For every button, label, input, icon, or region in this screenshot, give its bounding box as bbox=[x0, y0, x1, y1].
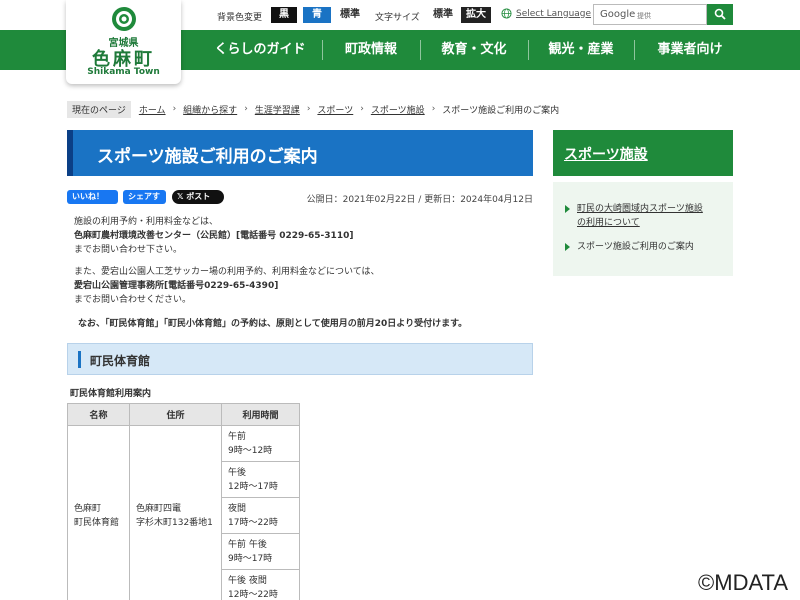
facebook-share-button[interactable]: シェアする bbox=[123, 190, 166, 215]
logo-english-name: Shikama Town bbox=[87, 67, 160, 77]
breadcrumb-org[interactable]: 組織から探す bbox=[183, 103, 237, 116]
sidebar-item-line2: の利用について bbox=[577, 218, 640, 228]
nav-item-town-info[interactable]: 町政情報 bbox=[323, 30, 419, 70]
table-caption: 町民体育館利用案内 bbox=[70, 389, 152, 399]
time-range: 9時～12時 bbox=[228, 445, 273, 456]
watermark: ©MDATA bbox=[698, 570, 788, 595]
p1-line1: 施設の利用予約・利用料金などは、 bbox=[74, 217, 219, 227]
time-range: 17時～22時 bbox=[228, 517, 278, 528]
bg-color-label: 背景色変更 bbox=[217, 13, 263, 23]
like-label: いいね！ bbox=[72, 192, 104, 201]
town-emblem-icon bbox=[112, 7, 136, 31]
header-hours: 利用時間 bbox=[221, 403, 300, 426]
header-address: 住所 bbox=[129, 403, 222, 426]
time-range: 12時～22時 bbox=[228, 589, 278, 600]
font-large-button[interactable]: 拡大 bbox=[461, 7, 491, 23]
time-label: 午後 bbox=[228, 467, 247, 478]
page-title: スポーツ施設ご利用のご案内 bbox=[97, 147, 318, 167]
social-buttons: いいね！ シェアする 𝕏 ポスト bbox=[67, 190, 224, 215]
facility-name-line1: 色麻町 bbox=[74, 503, 102, 514]
sidebar-item-regional-facilities[interactable]: 町民の大崎圏域内スポーツ施設 の利用について bbox=[565, 202, 703, 230]
paragraph-2: また、愛宕山公園人工芝サッカー場の利用予約、利用料金などについては、 愛宕山公園… bbox=[74, 265, 380, 307]
facility-address-line1: 色麻町四竃 bbox=[136, 503, 182, 514]
reservation-note: なお、「町民体育館」「町民小体育館」の予約は、原則として使用月の前月20日より受… bbox=[78, 319, 468, 329]
sidebar-item-line1: 町民の大崎圏域内スポーツ施設 bbox=[577, 204, 703, 214]
time-label: 夜間 bbox=[228, 503, 247, 514]
chevron-right-icon: › bbox=[306, 104, 311, 114]
facility-name-line2: 町民体育館 bbox=[74, 517, 120, 528]
sidebar-title: スポーツ施設 bbox=[564, 147, 648, 163]
x-post-button[interactable]: 𝕏 ポスト bbox=[172, 190, 224, 204]
bg-standard-button[interactable]: 標準 bbox=[336, 7, 364, 23]
nav-item-business[interactable]: 事業者向け bbox=[635, 30, 745, 70]
nav-item-tourism[interactable]: 観光・産業 bbox=[529, 30, 633, 70]
paragraph-1: 施設の利用予約・利用料金などは、 色麻町農村環境改善センター（公民館）[電話番号… bbox=[74, 215, 353, 257]
globe-icon bbox=[501, 8, 512, 19]
bg-black-button[interactable]: 黒 bbox=[271, 7, 297, 23]
font-standard-button[interactable]: 標準 bbox=[428, 7, 458, 23]
breadcrumb-lifelong[interactable]: 生涯学習課 bbox=[255, 103, 300, 116]
facility-address-line2: 字杉木町132番地1 bbox=[136, 517, 213, 528]
search-provider: 提供 bbox=[637, 12, 651, 20]
time-cell: 午後 12時～17時 bbox=[221, 461, 300, 498]
select-language-text: Select Language bbox=[516, 8, 592, 19]
time-range: 12時～17時 bbox=[228, 481, 278, 492]
time-cell: 午前 9時～12時 bbox=[221, 425, 300, 462]
post-label: ポスト bbox=[186, 192, 211, 201]
sidebar-menu: 町民の大崎圏域内スポーツ施設 の利用について スポーツ施設ご利用のご案内 bbox=[553, 182, 733, 276]
facility-table: 名称 住所 利用時間 色麻町 町民体育館 色麻町四竃 字杉木町132番地1 午前… bbox=[67, 403, 300, 600]
time-cell: 午後 夜間 12時～22時 bbox=[221, 569, 300, 600]
time-cell: 夜間 17時～22時 bbox=[221, 497, 300, 534]
chevron-right-icon: › bbox=[244, 104, 248, 114]
chevron-right-icon: › bbox=[431, 104, 436, 114]
page-title-banner: スポーツ施設ご利用のご案内 bbox=[67, 130, 533, 176]
search-button[interactable] bbox=[707, 4, 733, 25]
site-logo[interactable]: 宮城県 色麻町 Shikama Town bbox=[66, 0, 181, 84]
table-header-row: 名称 住所 利用時間 bbox=[67, 403, 300, 426]
select-language-link[interactable]: Select Language bbox=[501, 8, 591, 19]
facebook-like-button[interactable]: いいね！ bbox=[67, 190, 118, 204]
breadcrumb-home[interactable]: ホーム bbox=[139, 103, 166, 116]
breadcrumb-sports[interactable]: スポーツ bbox=[317, 103, 353, 116]
p2-line2: 愛宕山公園管理事務所[電話番号0229-65-4390] bbox=[74, 281, 279, 291]
search-icon bbox=[714, 8, 726, 20]
facility-address-cell: 色麻町四竃 字杉木町132番地1 bbox=[129, 425, 222, 600]
section-title: 町民体育館 bbox=[90, 354, 151, 368]
sidebar-heading[interactable]: スポーツ施設 bbox=[553, 130, 733, 176]
facility-name-cell: 色麻町 町民体育館 bbox=[67, 425, 130, 600]
breadcrumb-sports-facilities[interactable]: スポーツ施設 bbox=[371, 103, 425, 116]
sidebar-item-current: スポーツ施設ご利用のご案内 bbox=[565, 240, 694, 254]
breadcrumb: 現在のページ ホーム › 組織から探す › 生涯学習課 › スポーツ › スポー… bbox=[67, 100, 560, 118]
time-label: 午後 夜間 bbox=[228, 575, 267, 586]
p2-line3: までお問い合わせください。 bbox=[74, 295, 192, 305]
x-logo-icon: 𝕏 bbox=[177, 192, 187, 201]
p2-line1: また、愛宕山公園人工芝サッカー場の利用予約、利用料金などについては、 bbox=[74, 267, 380, 277]
section-heading: 町民体育館 bbox=[67, 343, 533, 375]
time-range: 9時～17時 bbox=[228, 553, 273, 564]
header-name: 名称 bbox=[67, 403, 130, 426]
nav-item-living-guide[interactable]: くらしのガイド bbox=[200, 30, 320, 70]
chevron-right-icon: › bbox=[172, 104, 177, 114]
time-label: 午前 bbox=[228, 431, 247, 442]
nav-item-education[interactable]: 教育・文化 bbox=[421, 30, 527, 70]
time-label: 午前 午後 bbox=[228, 539, 267, 550]
bg-blue-button[interactable]: 青 bbox=[303, 7, 331, 23]
table-row: 色麻町 町民体育館 色麻町四竃 字杉木町132番地1 午前 9時～12時 bbox=[67, 425, 300, 600]
chevron-right-icon: › bbox=[360, 104, 364, 114]
search-brand: Google bbox=[600, 9, 636, 20]
breadcrumb-label: 現在のページ bbox=[67, 100, 131, 118]
search-input[interactable]: Google 提供 bbox=[593, 4, 707, 25]
breadcrumb-current: スポーツ施設ご利用のご案内 bbox=[442, 105, 560, 116]
time-cell: 午前 午後 9時～17時 bbox=[221, 533, 300, 570]
p1-line2: 色麻町農村環境改善センター（公民館）[電話番号 0229-65-3110] bbox=[74, 231, 354, 241]
font-size-label: 文字サイズ bbox=[375, 13, 420, 23]
publish-dates: 公開日：2021年02月22日 / 更新日：2024年04月12日 bbox=[306, 195, 533, 205]
p1-line3: までお問い合わせ下さい。 bbox=[74, 245, 183, 255]
